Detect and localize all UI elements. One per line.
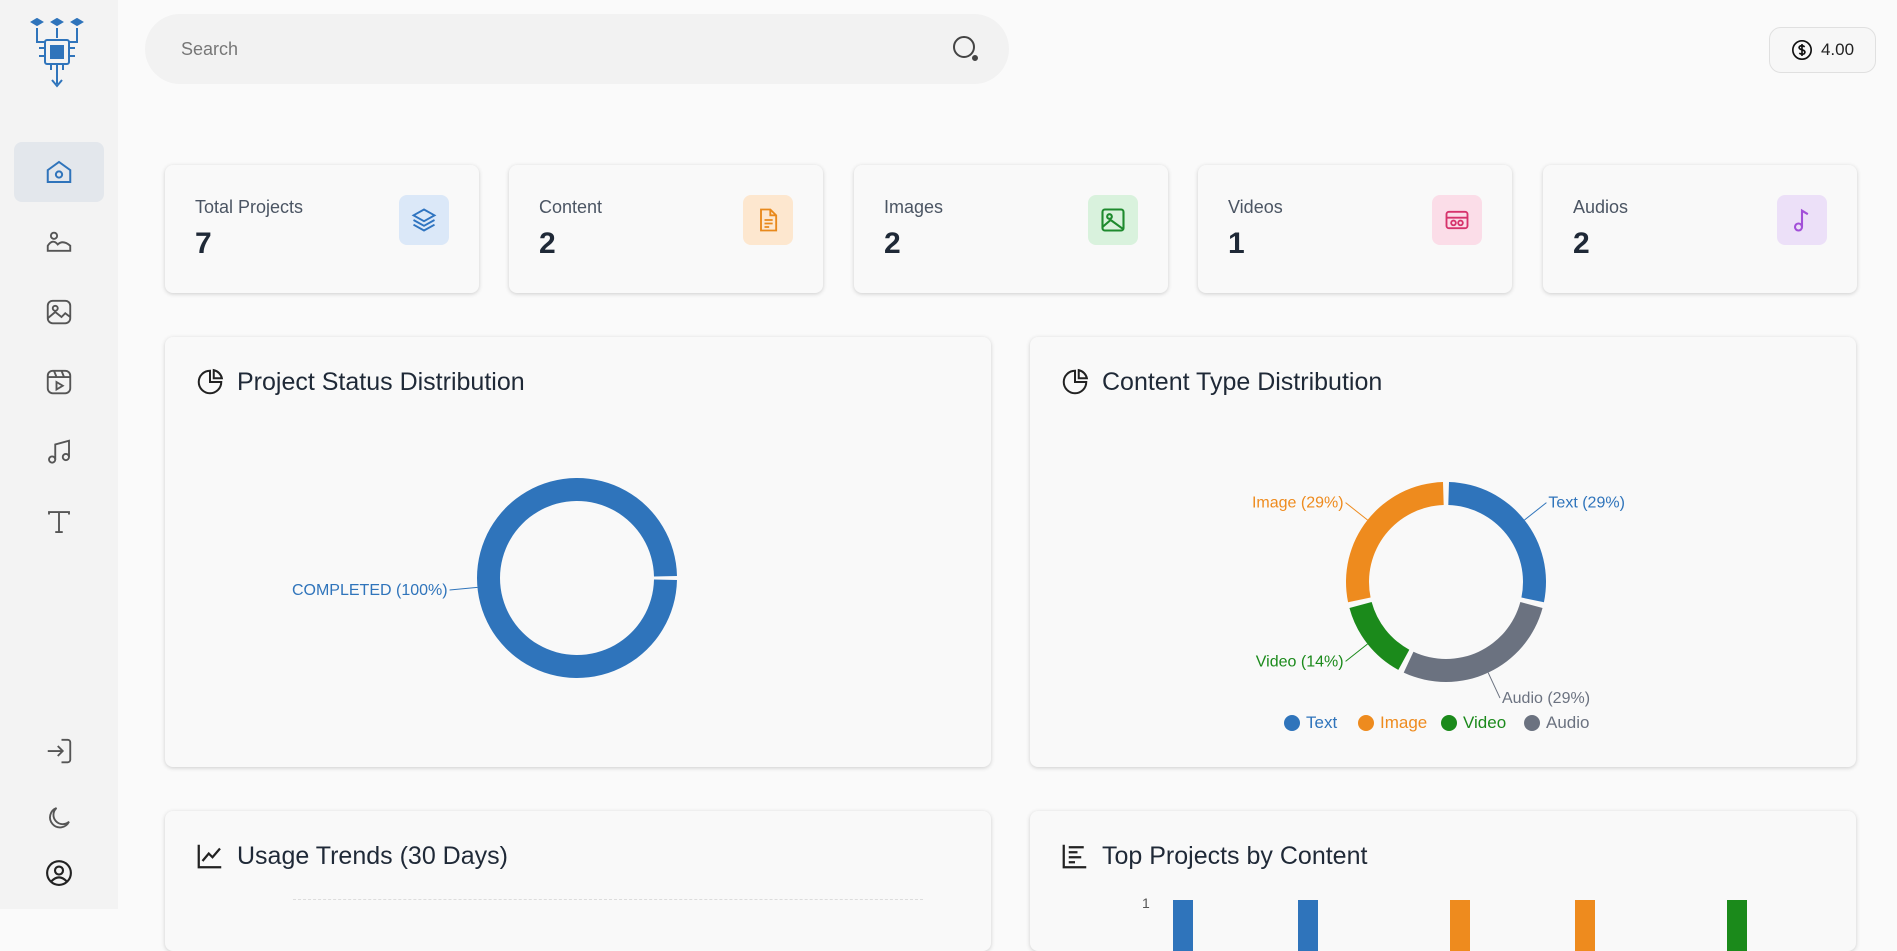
stat-label: Audios bbox=[1573, 197, 1629, 217]
stat-value: 2 bbox=[539, 227, 556, 260]
label-leader-line bbox=[449, 586, 478, 591]
credit-balance-button[interactable]: 4.00 bbox=[1769, 27, 1876, 73]
profile-button[interactable] bbox=[14, 843, 104, 903]
stat-card-images: Images 2 bbox=[854, 165, 1168, 293]
legend-item-text[interactable]: Text bbox=[1306, 713, 1337, 732]
panel-usage-trends: Usage Trends (30 Days) bbox=[165, 811, 991, 951]
user-circle-icon bbox=[46, 860, 72, 886]
stat-value: 2 bbox=[1573, 227, 1590, 260]
status-pie-chart: COMPLETED (100%) bbox=[292, 478, 677, 678]
stat-value: 2 bbox=[884, 227, 901, 260]
balance-value: 4.00 bbox=[1820, 40, 1855, 59]
moon-icon bbox=[49, 807, 70, 829]
mountain-icon bbox=[46, 231, 72, 252]
bar bbox=[1298, 900, 1318, 951]
panel-project-status: Project Status Distribution COMPLETED (1… bbox=[165, 337, 991, 767]
panel-title-text: Top Projects by Content bbox=[1102, 841, 1368, 870]
content-type-pie-chart: Text (29%) Audio (29%) Video (14%) Image (2… bbox=[1252, 482, 1625, 732]
legend-marker bbox=[1358, 715, 1374, 731]
legend-marker bbox=[1284, 715, 1300, 731]
sidebar bbox=[0, 0, 118, 909]
sidebar-item-login[interactable] bbox=[14, 721, 104, 781]
line-chart-icon bbox=[197, 844, 222, 869]
stat-icon-box bbox=[1088, 195, 1138, 245]
stat-icon-box bbox=[1432, 195, 1482, 245]
legend-marker bbox=[1524, 715, 1540, 731]
image-icon bbox=[46, 299, 72, 325]
legend-marker bbox=[1441, 715, 1457, 731]
document-icon bbox=[760, 208, 778, 232]
search-bar bbox=[145, 14, 1009, 84]
stat-label: Total Projects bbox=[195, 197, 304, 217]
stat-icon-box bbox=[743, 195, 793, 245]
legend-item-audio[interactable]: Audio bbox=[1546, 713, 1589, 732]
home-icon bbox=[46, 160, 72, 183]
sidebar-item-images[interactable] bbox=[14, 282, 104, 342]
text-icon bbox=[48, 511, 70, 533]
panel-title: Top Projects by Content bbox=[1060, 841, 1367, 871]
slice-label: Video (14%) bbox=[1256, 653, 1344, 670]
stat-card-content: Content 2 bbox=[509, 165, 823, 293]
pie-slice-video[interactable] bbox=[1349, 602, 1410, 670]
login-icon bbox=[47, 738, 72, 764]
bar bbox=[1173, 900, 1193, 951]
music-note-icon bbox=[1793, 208, 1809, 232]
slice-label: Audio (29%) bbox=[1502, 690, 1590, 707]
chip-logo-icon bbox=[30, 18, 84, 88]
label-leader-line bbox=[1345, 643, 1368, 662]
sidebar-item-landscape[interactable] bbox=[14, 212, 104, 272]
stat-label: Videos bbox=[1228, 197, 1283, 217]
stat-card-total-projects: Total Projects 7 bbox=[165, 165, 479, 293]
sidebar-item-audio[interactable] bbox=[14, 422, 104, 482]
label-leader-line bbox=[1487, 672, 1501, 699]
sidebar-item-text[interactable] bbox=[14, 492, 104, 552]
legend-item-image[interactable]: Image bbox=[1380, 713, 1427, 732]
stat-label: Images bbox=[884, 197, 944, 217]
bar bbox=[1450, 900, 1470, 951]
chart-area-border bbox=[293, 899, 923, 951]
music-icon bbox=[48, 439, 70, 464]
slice-label: Text (29%) bbox=[1548, 495, 1624, 512]
dollar-coin-icon bbox=[1791, 40, 1812, 60]
stat-value: 1 bbox=[1228, 227, 1245, 260]
label-leader-line bbox=[1524, 502, 1547, 521]
stat-icon-box bbox=[1777, 195, 1827, 245]
video-icon bbox=[46, 369, 72, 395]
pie-slice-image[interactable] bbox=[1346, 482, 1444, 603]
stat-label: Content bbox=[539, 197, 603, 217]
sidebar-item-videos[interactable] bbox=[14, 352, 104, 412]
stat-icon-box bbox=[399, 195, 449, 245]
pie-slice-text[interactable] bbox=[1448, 482, 1546, 603]
label-leader-line bbox=[1345, 502, 1368, 521]
stat-value: 7 bbox=[195, 227, 212, 260]
bar bbox=[1727, 900, 1747, 951]
image-icon bbox=[1101, 208, 1125, 232]
theme-toggle-button[interactable] bbox=[14, 788, 104, 848]
layers-icon bbox=[411, 208, 437, 232]
panel-title-text: Usage Trends (30 Days) bbox=[237, 841, 508, 870]
search-icon[interactable] bbox=[951, 34, 981, 64]
panel-title: Usage Trends (30 Days) bbox=[195, 841, 508, 871]
pie-slice-audio[interactable] bbox=[1403, 602, 1543, 682]
legend-item-video[interactable]: Video bbox=[1463, 713, 1506, 732]
stat-card-videos: Videos 1 bbox=[1198, 165, 1512, 293]
search-input[interactable] bbox=[179, 37, 951, 61]
pie-slice-completed-100[interactable] bbox=[477, 478, 677, 678]
panel-top-projects: Top Projects by Content 1 bbox=[1030, 811, 1856, 951]
video-icon bbox=[1445, 210, 1469, 230]
slice-label: Image (29%) bbox=[1252, 495, 1344, 512]
bar bbox=[1575, 900, 1595, 951]
bar-chart-icon bbox=[1062, 844, 1087, 869]
slice-label: COMPLETED (100%) bbox=[292, 582, 448, 599]
stat-card-audios: Audios 2 bbox=[1543, 165, 1857, 293]
panel-content-type: Content Type Distribution Text (29%) Audi… bbox=[1030, 337, 1856, 767]
sidebar-item-home[interactable] bbox=[14, 142, 104, 202]
